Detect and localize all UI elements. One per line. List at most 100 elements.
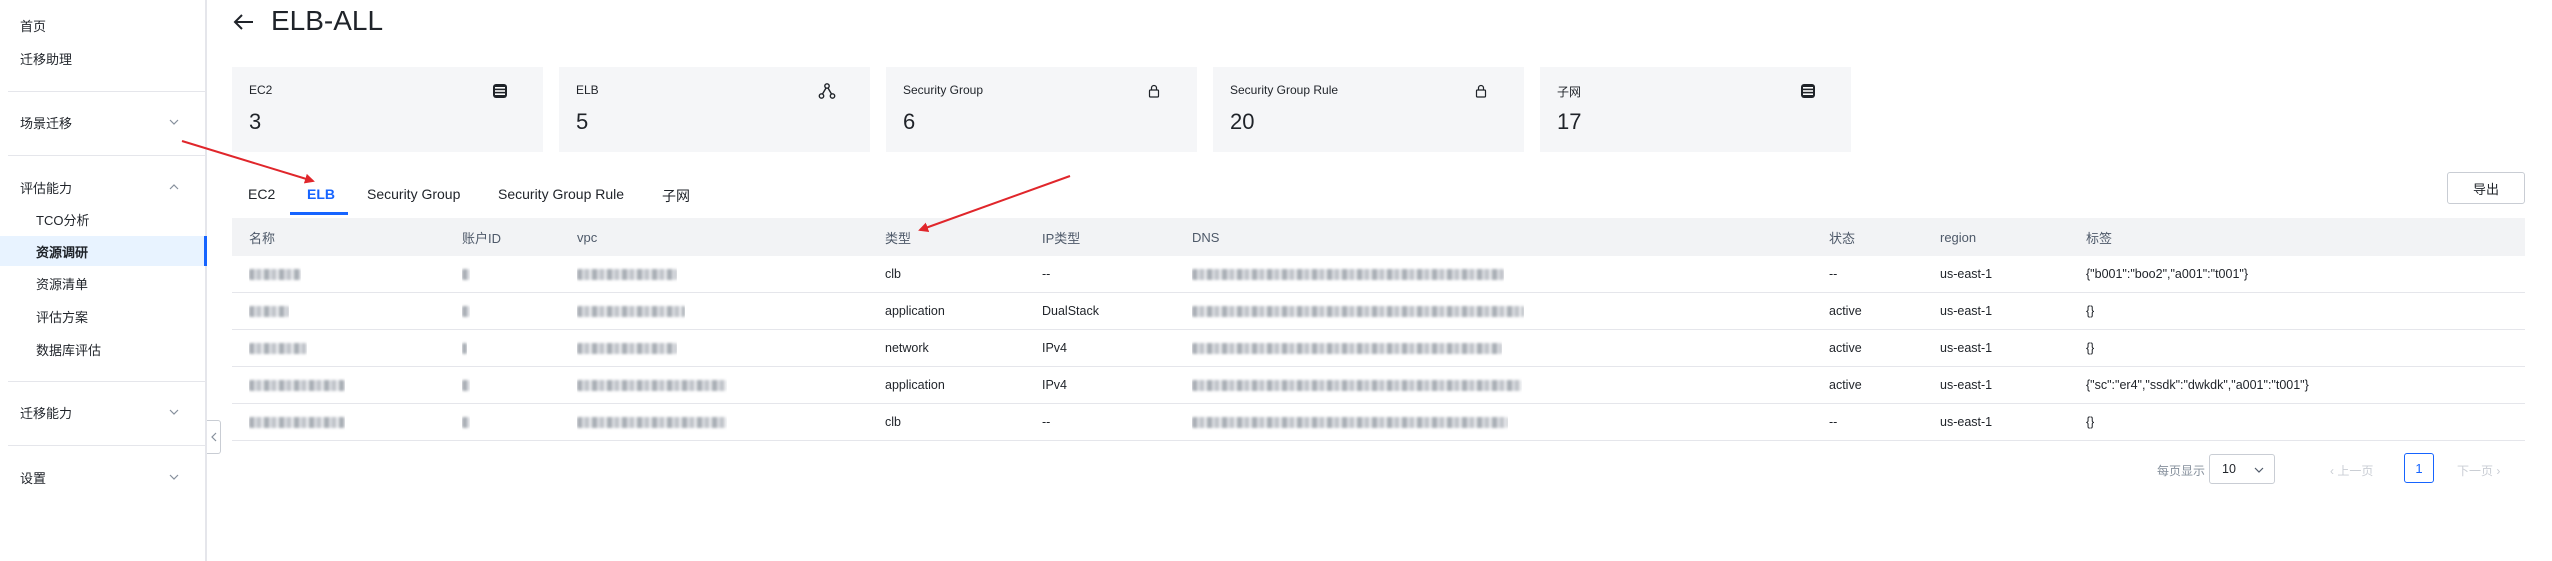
sidebar-divider (8, 445, 205, 446)
cell-dns-redacted (1192, 367, 1522, 403)
sidebar-item-label: 首页 (20, 18, 47, 34)
chevron-up-icon (169, 184, 179, 190)
sidebar-item-resource-survey[interactable]: 资源调研 (0, 236, 207, 266)
cell-account-id-redacted (462, 404, 470, 440)
cell-name-redacted (249, 256, 301, 292)
table-row: clb -- -- us-east-1 {} (232, 404, 2525, 441)
lock-icon (1475, 84, 1487, 98)
sidebar-divider (8, 381, 205, 382)
page-size-select[interactable]: 10 (2209, 454, 2275, 484)
cell-region: us-east-1 (1940, 304, 1993, 318)
cell-vpc-redacted (577, 256, 677, 292)
server-icon (1801, 84, 1815, 98)
tab-security-group[interactable]: Security Group (367, 186, 460, 216)
table-row: application DualStack active us-east-1 {… (232, 293, 2525, 330)
cell-account-id-redacted (462, 256, 470, 292)
cell-type: application (885, 304, 945, 318)
active-tab-indicator (290, 212, 348, 215)
column-header-type: 类型 (885, 230, 912, 246)
resource-table: 名称 账户ID vpc 类型 IP类型 DNS 状态 region 标签 clb… (232, 218, 2525, 441)
stat-card-ec2: EC2 3 (232, 67, 543, 152)
cell-account-id-redacted (462, 293, 470, 329)
chevron-right-icon: › (2493, 464, 2501, 478)
card-label: EC2 (249, 83, 273, 97)
sidebar-item-label: 评估能力 (20, 180, 73, 196)
column-header-account-id: 账户ID (462, 230, 502, 246)
back-arrow-icon[interactable] (232, 10, 256, 34)
cell-type: network (885, 341, 929, 355)
card-value: 5 (576, 109, 589, 134)
sidebar-item-migration-capability[interactable]: 迁移能力 (0, 397, 205, 427)
page-number-button[interactable]: 1 (2404, 453, 2434, 483)
sidebar-item-settings[interactable]: 设置 (0, 462, 205, 492)
tab-ec2[interactable]: EC2 (248, 186, 275, 216)
card-label: Security Group Rule (1230, 83, 1339, 97)
export-button[interactable]: 导出 (2447, 172, 2525, 204)
cell-region: us-east-1 (1940, 267, 1993, 281)
card-label: Security Group (903, 83, 984, 97)
sidebar-item-migration-assistant[interactable]: 迁移助理 (0, 43, 205, 73)
sidebar-item-label: 评估方案 (36, 309, 89, 325)
cell-tags: {} (2086, 341, 2095, 355)
sidebar-item-database-assessment[interactable]: 数据库评估 (0, 334, 205, 364)
cell-region: us-east-1 (1940, 341, 1993, 355)
column-header-status: 状态 (1829, 230, 1856, 246)
cell-tags: {"b001":"boo2","a001":"t001"} (2086, 267, 2249, 281)
page-title: ELB-ALL (271, 5, 384, 36)
chevron-left-icon (210, 432, 216, 442)
cell-dns-redacted (1192, 330, 1502, 366)
cell-name-redacted (249, 330, 307, 366)
cell-account-id-redacted (462, 330, 467, 366)
cell-vpc-redacted (577, 367, 727, 403)
column-header-tags: 标签 (2086, 230, 2113, 246)
stat-card-elb: ELB 5 (559, 67, 870, 152)
chevron-down-icon (2254, 467, 2264, 473)
chevron-down-icon (169, 474, 179, 480)
sidebar-item-label: 资源清单 (36, 276, 89, 292)
sidebar-item-resource-list[interactable]: 资源清单 (0, 268, 205, 298)
column-header-name: 名称 (249, 230, 276, 246)
stat-card-security-group: Security Group 6 (886, 67, 1197, 152)
sidebar-item-scenario-migration[interactable]: 场景迁移 (0, 107, 205, 137)
column-header-dns: DNS (1192, 229, 1220, 245)
sidebar-item-label: TCO分析 (36, 212, 90, 228)
sidebar-item-assessment[interactable]: 评估能力 (0, 172, 205, 202)
card-label: 子网 (1557, 85, 1582, 99)
sidebar-item-label: 场景迁移 (20, 115, 73, 131)
cell-type: clb (885, 267, 901, 281)
cell-ip-type: -- (1042, 267, 1051, 281)
sidebar-collapse-button[interactable] (207, 420, 221, 454)
server-icon (493, 84, 507, 98)
cell-dns-redacted (1192, 404, 1508, 440)
sidebar-item-assessment-plan[interactable]: 评估方案 (0, 301, 205, 331)
cell-tags: {"sc":"er4","ssdk":"dwkdk","a001":"t001"… (2086, 378, 2309, 392)
cell-name-redacted (249, 404, 345, 440)
chevron-down-icon (169, 119, 179, 125)
prev-page-button[interactable]: ‹ 上一页 (2330, 462, 2373, 479)
cell-status: active (1829, 341, 1862, 355)
sidebar-item-label: 迁移助理 (20, 51, 73, 67)
cell-status: -- (1829, 415, 1838, 429)
tab-security-group-rule[interactable]: Security Group Rule (498, 186, 624, 216)
cell-ip-type: -- (1042, 415, 1051, 429)
cell-vpc-redacted (577, 293, 685, 329)
card-value: 20 (1230, 109, 1255, 134)
sidebar-item-label: 数据库评估 (36, 342, 102, 358)
cell-dns-redacted (1192, 256, 1504, 292)
cell-status: active (1829, 378, 1862, 392)
sidebar-item-home[interactable]: 首页 (0, 10, 205, 40)
page-size-value: 10 (2222, 462, 2236, 476)
cell-ip-type: IPv4 (1042, 378, 1068, 392)
table-row: application IPv4 active us-east-1 {"sc":… (232, 367, 2525, 404)
column-header-region: region (1940, 229, 1977, 245)
cell-name-redacted (249, 367, 345, 403)
tab-subnet[interactable]: 子网 (662, 186, 690, 216)
stat-card-subnet: 子网 17 (1540, 67, 1851, 152)
sidebar-item-tco-analysis[interactable]: TCO分析 (0, 204, 205, 234)
next-page-button[interactable]: 下一页 › (2457, 462, 2500, 479)
cell-type: clb (885, 415, 901, 429)
table-header: 名称 账户ID vpc 类型 IP类型 DNS 状态 region 标签 (232, 218, 2525, 256)
cell-status: active (1829, 304, 1862, 318)
cell-region: us-east-1 (1940, 415, 1993, 429)
sidebar-item-label: 资源调研 (36, 244, 89, 260)
